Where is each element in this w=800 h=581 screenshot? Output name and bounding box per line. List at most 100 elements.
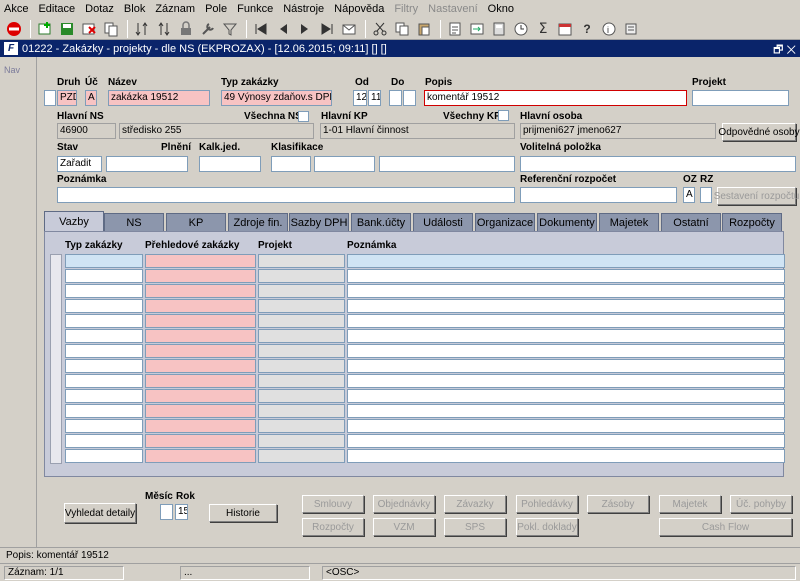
tab-vazby[interactable]: Vazby <box>44 211 104 232</box>
grid-cell[interactable] <box>258 344 345 358</box>
grid-cell[interactable] <box>258 254 345 268</box>
record-indicator[interactable] <box>44 90 56 106</box>
projekt-field[interactable] <box>692 90 789 106</box>
grid-cell[interactable] <box>145 419 256 433</box>
typ-zakazky-field[interactable]: 49 Výnosy zdaňov.s DPH <box>221 90 332 106</box>
grid-cell[interactable] <box>65 359 143 373</box>
smlouvy-button[interactable]: Smlouvy <box>302 495 364 513</box>
grid-cell[interactable] <box>65 314 143 328</box>
filter-icon[interactable] <box>220 20 240 38</box>
grid-cell[interactable] <box>258 419 345 433</box>
grid-cell[interactable] <box>258 404 345 418</box>
menu-blok[interactable]: Blok <box>124 3 145 15</box>
volitelna-polozka-field[interactable] <box>520 156 796 172</box>
grid-cell[interactable] <box>145 374 256 388</box>
klasifikace-field-3[interactable] <box>379 156 515 172</box>
grid-cell[interactable] <box>145 389 256 403</box>
grid-cell[interactable] <box>258 449 345 463</box>
mesic-field[interactable] <box>160 504 173 520</box>
tab-bank-ucty[interactable]: Bank.účty <box>351 213 411 231</box>
grid-cell[interactable] <box>347 434 785 448</box>
odpovedne-osoby-button[interactable]: Odpovědné osoby <box>718 123 800 141</box>
info-icon[interactable]: i <box>599 20 619 38</box>
calendar-icon[interactable] <box>555 20 575 38</box>
grid-scrollbar[interactable] <box>50 254 62 464</box>
cash-flow-button[interactable]: Cash Flow <box>659 518 792 536</box>
grid-cell[interactable] <box>258 389 345 403</box>
new-record-icon[interactable] <box>35 20 55 38</box>
lock-icon[interactable] <box>176 20 196 38</box>
sestaveni-rozpoctu-button[interactable]: Sestavení rozpočtu <box>714 187 799 205</box>
next-record-icon[interactable] <box>295 20 315 38</box>
druh-field[interactable]: PZD <box>57 90 77 106</box>
grid-cell[interactable] <box>145 359 256 373</box>
navigator-panel[interactable]: Nav <box>0 57 37 547</box>
grid-cell[interactable] <box>145 344 256 358</box>
prev-record-icon[interactable] <box>273 20 293 38</box>
grid-cell[interactable] <box>145 254 256 268</box>
historie-button[interactable]: Historie <box>209 504 277 522</box>
poznamka-field[interactable] <box>57 187 515 203</box>
menu-nastroje[interactable]: Nástroje <box>283 3 324 15</box>
grid-cell[interactable] <box>65 269 143 283</box>
grid-cell[interactable] <box>347 389 785 403</box>
calculator-icon[interactable] <box>489 20 509 38</box>
grid-cell[interactable] <box>347 329 785 343</box>
menu-editace[interactable]: Editace <box>38 3 75 15</box>
delete-record-icon[interactable] <box>79 20 99 38</box>
rok-field[interactable]: 15 <box>175 504 188 520</box>
referencni-rozpocet-field[interactable] <box>520 187 677 203</box>
grid-cell[interactable] <box>65 389 143 403</box>
uc-pohyby-button[interactable]: Úč. pohyby <box>730 495 792 513</box>
grid-cell[interactable] <box>65 329 143 343</box>
oz-field[interactable]: A <box>683 187 695 203</box>
tab-udalosti[interactable]: Události <box>413 213 473 231</box>
settings-icon[interactable] <box>621 20 641 38</box>
vzm-button[interactable]: VZM <box>373 518 435 536</box>
hlavni-osoba-field[interactable]: prijmeni627 jmeno627 <box>520 123 716 139</box>
copy-icon[interactable] <box>392 20 412 38</box>
od-day-field[interactable]: 12 <box>353 90 367 106</box>
rz-field[interactable] <box>700 187 712 203</box>
tab-organizace[interactable]: Organizace <box>475 213 535 231</box>
grid-cell[interactable] <box>347 314 785 328</box>
grid-cell[interactable] <box>258 284 345 298</box>
pohledavky-button[interactable]: Pohledávky <box>516 495 578 513</box>
save-icon[interactable] <box>57 20 77 38</box>
klasifikace-field-1[interactable] <box>271 156 311 172</box>
uc-field[interactable]: A <box>85 90 97 106</box>
menu-napoveda[interactable]: Nápověda <box>334 3 384 15</box>
grid-cell[interactable] <box>258 269 345 283</box>
grid-cell[interactable] <box>145 449 256 463</box>
popis-field[interactable]: komentář 19512 <box>424 90 687 106</box>
tab-ostatni[interactable]: Ostatní <box>661 213 721 231</box>
grid-cell[interactable] <box>347 404 785 418</box>
grid-cell[interactable] <box>347 374 785 388</box>
exit-icon[interactable] <box>4 20 24 38</box>
sum-icon[interactable]: Σ <box>533 20 553 38</box>
grid-cell[interactable] <box>347 344 785 358</box>
export-icon[interactable] <box>467 20 487 38</box>
grid-cell[interactable] <box>145 284 256 298</box>
grid-cell[interactable] <box>145 404 256 418</box>
vsechna-ns-checkbox[interactable] <box>298 111 309 122</box>
grid-cell[interactable] <box>145 434 256 448</box>
clock-icon[interactable] <box>511 20 531 38</box>
majetek-button[interactable]: Majetek <box>659 495 721 513</box>
tab-sazby-dph[interactable]: Sazby DPH <box>289 213 349 231</box>
grid-cell[interactable] <box>258 299 345 313</box>
grid-cell[interactable] <box>145 269 256 283</box>
vsechny-kp-checkbox[interactable] <box>498 110 509 121</box>
tab-majetek[interactable]: Majetek <box>599 213 659 231</box>
menu-akce[interactable]: Akce <box>4 3 28 15</box>
nazev-field[interactable]: zakázka 19512 <box>108 90 210 106</box>
grid-cell[interactable] <box>145 299 256 313</box>
grid-cell[interactable] <box>65 449 143 463</box>
grid-cell[interactable] <box>347 254 785 268</box>
grid-cell[interactable] <box>65 404 143 418</box>
grid-cell[interactable] <box>347 359 785 373</box>
ns-code-field[interactable]: 46900 <box>57 123 116 139</box>
ns-name-field[interactable]: středisko 255 <box>119 123 314 139</box>
rozpocty-button[interactable]: Rozpočty <box>302 518 364 536</box>
klasifikace-field-2[interactable] <box>314 156 375 172</box>
